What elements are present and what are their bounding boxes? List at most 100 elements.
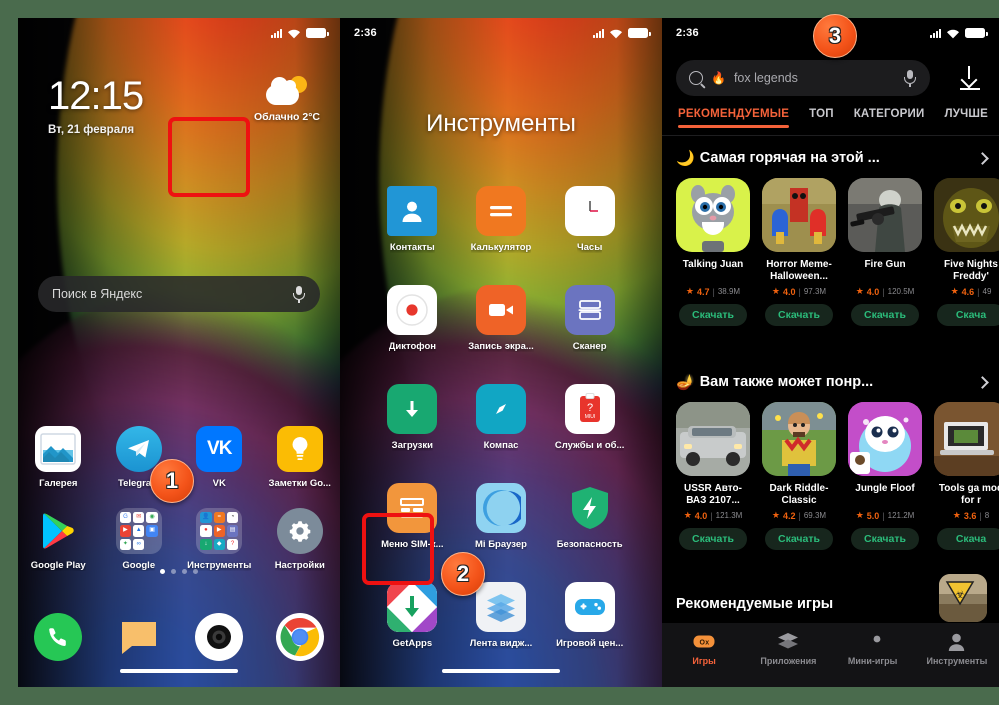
weather-widget[interactable]: Облачно 2°C — [254, 76, 320, 123]
app-name: USSR Авто-ВАЗ 2107... — [683, 483, 742, 506]
download-count: 121.2M — [887, 511, 915, 520]
download-count: 97.3M — [803, 287, 827, 296]
layers-icon — [778, 632, 799, 651]
app-phone[interactable]: Телефон — [18, 613, 99, 678]
section-title-recommended-games: Рекомендуемые игры — [676, 596, 834, 612]
app-chrome[interactable]: Chrome — [260, 613, 341, 678]
messages-icon — [115, 613, 163, 661]
app-folder-google[interactable]: G ✉ ◉ ▶ ▲ ▣ ✦ ∞ Google — [99, 508, 180, 571]
nav-item-mini-games[interactable]: Мини-игры — [831, 632, 915, 666]
microphone-icon[interactable] — [903, 69, 917, 87]
nav-item-tools[interactable]: Инструменты — [915, 632, 999, 666]
wifi-icon — [288, 29, 300, 38]
app-contacts[interactable]: Контакты — [368, 186, 457, 253]
rating-value: 4.6 — [961, 286, 975, 297]
signal-bars-icon — [271, 28, 282, 38]
status-time: 2:36 — [676, 27, 699, 39]
app-google-play[interactable]: Google Play — [18, 508, 99, 571]
store-app-card[interactable]: Talking Juan ★ 4.7 | 38.9M Скачать — [676, 178, 750, 326]
download-button[interactable]: Скачать — [851, 528, 919, 550]
app-game-center[interactable]: Игровой цен... — [545, 582, 634, 649]
app-clock[interactable]: Часы — [545, 186, 634, 253]
app-downloads[interactable]: Загрузки — [368, 384, 457, 451]
store-search-input[interactable]: 🔥 fox legends — [676, 60, 930, 96]
app-thumbnail — [934, 178, 999, 252]
tab-best[interactable]: ЛУЧШЕ — [944, 108, 988, 128]
security-shield-icon — [565, 483, 615, 533]
section-header-hottest[interactable]: 🌙 Самая горячая на этой ... — [676, 149, 989, 167]
voice-recorder-icon — [387, 285, 438, 335]
download-count: 38.9M — [717, 287, 741, 296]
app-label: Загрузки — [391, 440, 433, 451]
store-app-card[interactable]: Five Nights Freddy' ★ 4.6 | 49 Скача — [934, 178, 999, 326]
chevron-right-icon[interactable] — [976, 151, 989, 165]
download-button[interactable]: Скачать — [679, 304, 747, 326]
app-folder-tools[interactable]: 👤 = ◔ ● ▶ ▤ ↓ ◆ ? Инструменты — [179, 508, 260, 571]
tab-recommended[interactable]: РЕКОМЕНДУЕМЫЕ — [678, 108, 790, 128]
store-app-card[interactable]: USSR Авто-ВАЗ 2107... ★ 4.0 | 121.3M Ска… — [676, 402, 750, 550]
home-gesture-indicator[interactable] — [120, 669, 238, 673]
store-app-card[interactable]: Horror Meme-Halloween... ★ 4.0 | 97.3M С… — [762, 178, 836, 326]
nav-item-games[interactable]: Ox Игры — [662, 632, 746, 666]
signal-bars-icon — [930, 28, 941, 38]
google-folder-icon: G ✉ ◉ ▶ ▲ ▣ ✦ ∞ — [115, 508, 162, 554]
star-icon: ★ — [683, 510, 692, 520]
gamepad-icon: Ox — [693, 632, 715, 651]
app-compass[interactable]: Компас — [457, 384, 546, 451]
download-button[interactable]: Скача — [937, 528, 999, 550]
app-screen-recorder[interactable]: Запись экра... — [457, 285, 546, 352]
rating-value: 4.2 — [782, 510, 796, 521]
clock-widget[interactable]: 12:15 Вт, 21 февраля — [48, 76, 144, 136]
app-getapps[interactable]: GetApps — [368, 582, 457, 649]
moon-star-icon: 🌙 — [676, 150, 695, 167]
store-app-card[interactable]: Tools ga mod for r ★ 3.6 | 8 Скача — [934, 402, 999, 550]
download-button[interactable]: Скачать — [851, 304, 919, 326]
page-indicator-dots[interactable] — [18, 569, 340, 574]
microphone-icon[interactable] — [292, 285, 306, 303]
phone-panel-tools-folder: 2:36 Инструменты Контакты Калькулятор Ча… — [340, 18, 662, 687]
app-label: VK — [212, 478, 226, 489]
rating-value: 4.0 — [782, 286, 796, 297]
app-settings[interactable]: Настройки — [260, 508, 341, 571]
nav-label: Игры — [692, 656, 716, 666]
store-app-card[interactable]: Fire Gun ★ 4.0 | 120.5M Скачать — [848, 178, 922, 326]
download-button[interactable]: Скачать — [765, 528, 833, 550]
download-button[interactable]: Скачать — [679, 528, 747, 550]
battery-icon — [628, 28, 651, 38]
app-security[interactable]: Безопасность — [545, 483, 634, 550]
tab-categories[interactable]: КАТЕГОРИИ — [854, 108, 925, 128]
search-input[interactable]: Поиск в Яндекс — [38, 276, 320, 312]
app-mi-browser[interactable]: Mi Браузер — [457, 483, 546, 550]
app-scanner[interactable]: Сканер — [545, 285, 634, 352]
app-voice-recorder[interactable]: Диктофон — [368, 285, 457, 352]
app-services-feedback[interactable]: ? MIUI Службы и об... — [545, 384, 634, 451]
store-app-card[interactable]: Dark Riddle-Classic ★ 4.2 | 69.3M Скачат… — [762, 402, 836, 550]
section-header-you-may-like[interactable]: 🪔 Вам также может понр... — [676, 373, 989, 391]
status-bar-folder: 2:36 — [340, 18, 662, 48]
status-icons — [271, 28, 329, 39]
phone-icon — [34, 613, 83, 661]
gallery-icon — [35, 426, 82, 472]
nav-item-apps[interactable]: Приложения — [746, 632, 830, 666]
app-gallery[interactable]: Галерея — [18, 426, 99, 489]
download-button[interactable]: Скачать — [765, 304, 833, 326]
app-label: Службы и об... — [554, 440, 625, 451]
phone-panel-home-screen: 12:15 Вт, 21 февраля Облачно 2°C Поиск в… — [18, 18, 340, 687]
download-button[interactable]: Скача — [937, 304, 999, 326]
clock-icon — [564, 186, 615, 236]
battery-icon — [306, 28, 329, 38]
tab-top[interactable]: ТОП — [809, 108, 834, 128]
app-calculator[interactable]: Калькулятор — [457, 186, 546, 253]
app-label: Компас — [483, 440, 519, 451]
download-icon[interactable] — [959, 66, 981, 90]
chevron-right-icon[interactable] — [976, 375, 989, 389]
app-rating: ★ 4.0 | 121.3M — [683, 510, 743, 521]
app-rating: ★ 4.0 | 97.3M — [771, 286, 827, 297]
folder-title[interactable]: Инструменты — [340, 110, 662, 138]
svg-text:☣: ☣ — [955, 589, 965, 601]
home-gesture-indicator[interactable] — [442, 669, 560, 673]
store-tab-bar: РЕКОМЕНДУЕМЫЕ ТОП КАТЕГОРИИ ЛУЧШЕ — [662, 108, 999, 128]
wifi-icon — [610, 29, 622, 38]
store-app-card[interactable]: Jungle Floof ★ 5.0 | 121.2M Скачать — [848, 402, 922, 550]
app-google-keep[interactable]: Заметки Go... — [260, 426, 341, 489]
